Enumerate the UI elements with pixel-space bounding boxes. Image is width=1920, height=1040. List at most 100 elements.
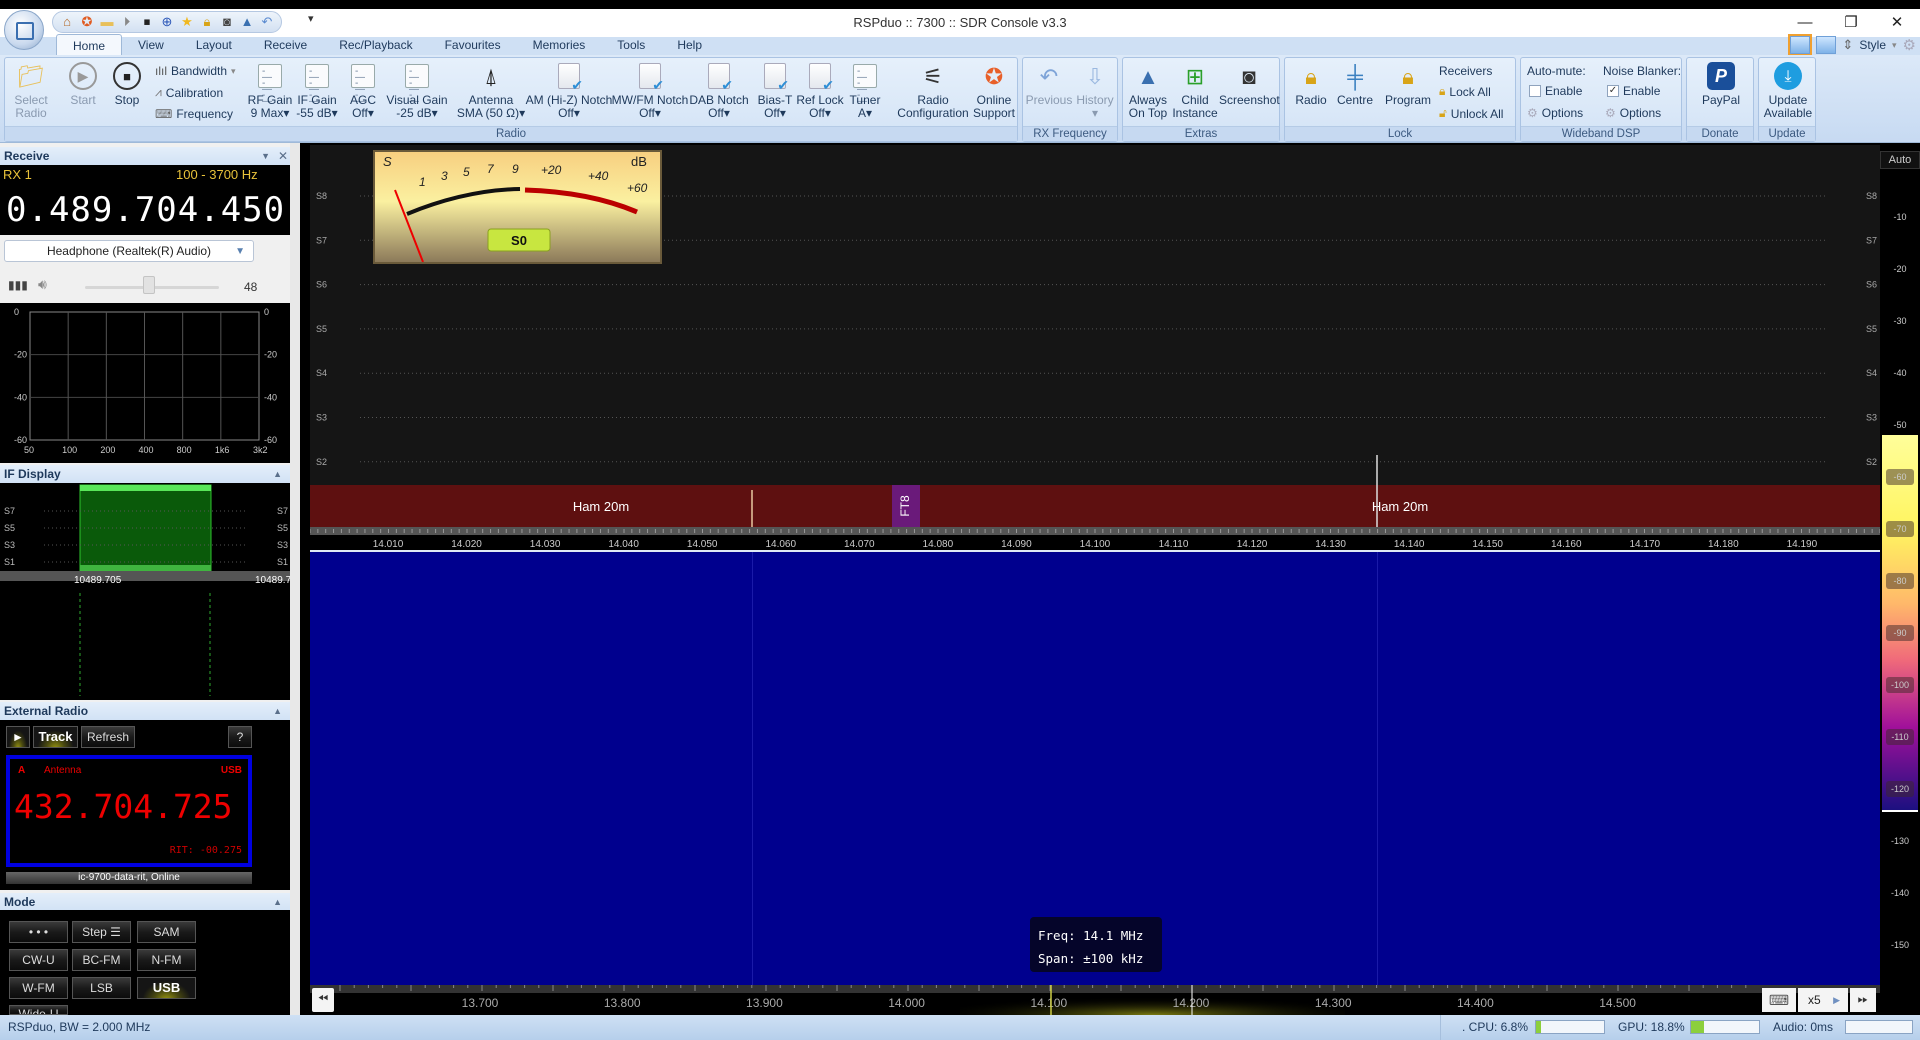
noise-blanker-enable-checkbox[interactable]: ✓ Enable <box>1607 84 1660 98</box>
mode-w-fm-button[interactable]: W-FM <box>9 977 68 999</box>
unlock-all-button[interactable]: 🔓︎ Unlock All <box>1439 106 1503 121</box>
visual-gain-button[interactable]: - — - — - — Visual Gain -25 dB▾ <box>383 62 451 120</box>
if-gain-button[interactable]: - — - — - — IF Gain -55 dB▾ <box>295 62 339 120</box>
tab-favourites[interactable]: Favourites <box>429 34 517 56</box>
level-gradient[interactable] <box>1882 435 1918 810</box>
stop-icon[interactable]: ⏹ <box>139 14 155 30</box>
tab-home[interactable]: Home <box>56 34 123 56</box>
update-available-button[interactable]: ⤓ Update Available <box>1761 62 1815 120</box>
tab-help[interactable]: Help <box>661 34 718 56</box>
noise-blanker-options-button[interactable]: ⚙ Options <box>1605 106 1661 120</box>
frequency-button[interactable]: ⌨ Frequency <box>155 107 233 121</box>
always-on-top-icon[interactable]: ▲ <box>239 14 255 30</box>
scroll-left-button[interactable]: ⏪︎ <box>312 988 334 1012</box>
lock-program-button[interactable]: 🔒︎ Program <box>1383 62 1433 107</box>
audio-levels-icon[interactable]: ▮▮▮ <box>8 278 28 292</box>
tab-memories[interactable]: Memories <box>517 34 602 56</box>
lock-icon[interactable]: 🔒︎ <box>199 14 215 30</box>
mode-cw-u-button[interactable]: CW-U <box>9 949 68 971</box>
left-panel-scrollbar[interactable] <box>290 143 300 1015</box>
bandwidth-button[interactable]: ılıl Bandwidth ▾ <box>155 64 236 78</box>
undo-icon[interactable]: ↶ <box>259 14 275 30</box>
mode-sam-button[interactable]: SAM <box>137 921 196 943</box>
rx-frequency[interactable]: 0.489.704.450 <box>6 190 285 230</box>
stop-button[interactable]: ■ Stop <box>107 62 147 107</box>
style-spin-icon[interactable]: ⇕ <box>1842 37 1853 53</box>
antenna-button[interactable]: ⍋ Antenna SMA (50 Ω)▾ <box>455 62 527 120</box>
always-on-top-button[interactable]: ▲ Always On Top <box>1125 62 1171 120</box>
external-radio-play-button[interactable]: ► <box>6 726 30 748</box>
dropdown-icon[interactable]: ▼ <box>261 147 270 165</box>
ref-lock-button[interactable]: Ref LockOff▾ <box>795 62 845 120</box>
agc-button[interactable]: - — - — - — AGC Off▾ <box>345 62 381 120</box>
home-icon[interactable]: ⌂ <box>59 14 75 30</box>
dab-notch-button[interactable]: DAB NotchOff▾ <box>689 62 749 120</box>
keyboard-icon[interactable]: ⌨ <box>1762 988 1796 1012</box>
quick-access-customize-icon[interactable]: ▾ <box>308 12 314 25</box>
layout-single-monitor-icon[interactable] <box>1788 34 1813 56</box>
calibration-button[interactable]: ⩘ Calibration <box>155 85 223 100</box>
external-radio-help-button[interactable]: ? <box>228 726 252 748</box>
history-button[interactable]: ⇩ History ▾ <box>1073 62 1117 120</box>
tab-view[interactable]: View <box>122 34 180 56</box>
close-panel-icon[interactable]: ✕ <box>278 147 288 165</box>
paypal-button[interactable]: P PayPal <box>1691 62 1751 107</box>
zoom-selector[interactable]: x5 ▶ <box>1798 988 1848 1012</box>
band-plan-ham-20m[interactable] <box>310 485 1880 527</box>
mode-step-button[interactable]: Step ☰ <box>72 921 131 943</box>
style-menu[interactable]: Style <box>1859 38 1886 52</box>
waterfall-frequency-ruler[interactable]: 13.700 13.800 13.900 14.000 14.100 14.200 14.3… <box>310 985 1880 1015</box>
screenshot-button[interactable]: ◙ Screenshot <box>1219 62 1280 107</box>
mode-n-fm-button[interactable]: N-FM <box>137 949 196 971</box>
settings-gear-icon[interactable]: ⚙ <box>1903 36 1916 54</box>
mode-more-button[interactable]: • • • <box>9 921 68 943</box>
favourite-icon[interactable]: ★ <box>179 14 195 30</box>
waterfall-display[interactable]: Freq: 14.1 MHz Span: ±100 kHz <box>310 552 1880 985</box>
level-floor-marker[interactable] <box>1882 810 1918 812</box>
collapse-icon[interactable]: ▲ <box>273 465 282 483</box>
bias-t-button[interactable]: Bias-TOff▾ <box>757 62 793 120</box>
add-icon[interactable]: ⊕ <box>159 14 175 30</box>
support-icon[interactable]: ✪ <box>79 14 95 30</box>
close-button[interactable]: ✕ <box>1874 9 1920 37</box>
radio-configuration-button[interactable]: ⚟ Radio Configuration <box>891 62 975 120</box>
rf-gain-button[interactable]: - — - — - — RF Gain 9 Max▾ <box>247 62 293 120</box>
scroll-right-button[interactable]: ⏩︎ <box>1850 988 1876 1012</box>
collapse-icon[interactable]: ▲ <box>273 893 282 911</box>
tab-tools[interactable]: Tools <box>601 34 661 56</box>
tab-receive[interactable]: Receive <box>248 34 323 56</box>
level-scale[interactable]: Auto -10 -20 -30 -40 -50 -60 -70 -80 -90 -100 -110… <box>1880 145 1920 1015</box>
volume-slider-thumb[interactable] <box>143 276 156 294</box>
auto-mute-enable-checkbox[interactable]: Enable <box>1529 84 1582 98</box>
start-button[interactable]: ▶ Start <box>63 62 103 107</box>
mode-bc-fm-button[interactable]: BC-FM <box>72 949 131 971</box>
am-notch-button[interactable]: AM (Hi-Z) NotchOff▾ <box>525 62 613 120</box>
style-dropdown-icon[interactable]: ▾ <box>1892 40 1897 51</box>
lock-all-button[interactable]: 🔒︎ Lock All <box>1439 84 1491 99</box>
speaker-icon[interactable]: 🔊︎ <box>38 276 47 293</box>
lock-centre-button[interactable]: ╪ Centre <box>1333 62 1377 107</box>
screenshot-icon[interactable]: ◙ <box>219 14 235 30</box>
previous-button[interactable]: ↶ Previous <box>1025 62 1073 107</box>
layout-dual-monitor-icon[interactable] <box>1816 36 1837 54</box>
child-instance-button[interactable]: ⊞ Child Instance <box>1171 62 1219 120</box>
lock-radio-button[interactable]: 🔒︎ Radio <box>1291 62 1331 107</box>
play-icon[interactable]: ⏵ <box>119 14 135 30</box>
track-button[interactable]: Track <box>33 726 78 748</box>
audio-device-select[interactable]: Headphone (Realtek(R) Audio) ▼ <box>4 240 254 262</box>
auto-level-button[interactable]: Auto <box>1880 151 1920 169</box>
tab-rec-playback[interactable]: Rec/Playback <box>323 34 428 56</box>
mode-wide-u-button[interactable]: Wide-U <box>9 1005 68 1015</box>
application-menu-button[interactable] <box>4 10 44 50</box>
mwfm-notch-button[interactable]: MW/FM NotchOff▾ <box>611 62 689 120</box>
maximize-button[interactable]: ❐ <box>1828 9 1874 37</box>
refresh-button[interactable]: Refresh <box>81 726 135 748</box>
tuner-button[interactable]: - — - — - — Tuner A▾ <box>847 62 883 120</box>
collapse-icon[interactable]: ▲ <box>273 702 282 720</box>
auto-mute-options-button[interactable]: ⚙ Options <box>1527 106 1583 120</box>
select-radio-button[interactable]: 📁︎ Select Radio <box>11 62 51 120</box>
mode-lsb-button[interactable]: LSB <box>72 977 131 999</box>
minimize-button[interactable]: — <box>1782 9 1828 37</box>
mode-usb-button[interactable]: USB <box>137 977 196 999</box>
online-support-button[interactable]: ✪ Online Support <box>971 62 1017 120</box>
